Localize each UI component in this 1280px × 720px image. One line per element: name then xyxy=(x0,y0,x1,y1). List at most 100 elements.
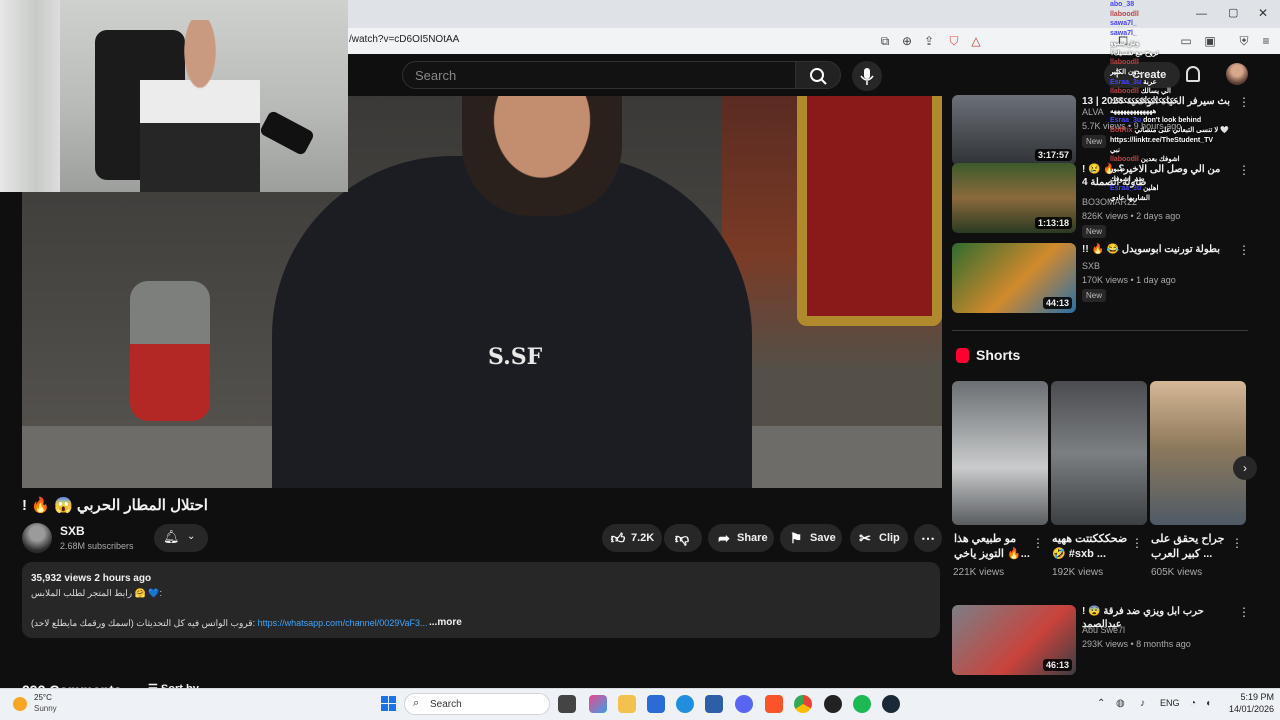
new-badge: New xyxy=(1082,289,1107,302)
brave-icon[interactable] xyxy=(765,695,783,713)
weather-sun-icon[interactable] xyxy=(13,697,27,711)
discord-icon[interactable] xyxy=(735,695,753,713)
edge-icon[interactable] xyxy=(676,695,694,713)
word-icon[interactable] xyxy=(647,695,665,713)
tray-overflow-icon[interactable]: ⌃ xyxy=(1097,698,1105,709)
short-menu-icon[interactable]: ⋮ xyxy=(1032,536,1044,550)
clip-button[interactable]: ✂ Clip xyxy=(850,524,908,552)
chat-line: llaboodll xyxy=(1110,10,1139,18)
short-title[interactable]: مو طبيعي هذا التويز ياخي 🔥... xyxy=(954,532,1036,562)
video-menu-icon[interactable]: ⋮ xyxy=(1238,605,1250,619)
thumbs-up-icon: 👍︎ xyxy=(610,530,626,546)
video-thumbnail[interactable]: 46:13 xyxy=(952,605,1076,675)
video-channel[interactable]: SXB xyxy=(1082,261,1100,271)
steam-icon[interactable] xyxy=(882,695,900,713)
dislike-button[interactable]: 👎︎ xyxy=(664,524,702,552)
chevron-right-icon: › xyxy=(1243,461,1247,475)
share-arrow-icon: ➦ xyxy=(718,530,730,546)
chat-line: Esraa_3u عربة xyxy=(1110,78,1157,86)
video-channel[interactable]: Abu Swe7l xyxy=(1082,625,1125,635)
brave-rewards-icon[interactable]: △ xyxy=(968,33,984,49)
show-more-button[interactable]: ...more xyxy=(429,617,462,628)
weather-temperature[interactable]: 25°C xyxy=(34,693,52,702)
share-button[interactable]: ➦ Share xyxy=(708,524,774,552)
chat-line: هههههههههههههه xyxy=(1110,107,1157,115)
short-menu-icon[interactable]: ⋮ xyxy=(1131,536,1143,550)
search-icon: ⌕ xyxy=(413,697,420,709)
whatsapp-link[interactable]: https://whatsapp.com/channel/0029VaF3... xyxy=(258,618,428,628)
subscribe-notifications-button[interactable]: 🔔︎ ⌄ xyxy=(154,524,208,552)
clock-time[interactable]: 5:19 PM xyxy=(1228,692,1274,702)
clock-date[interactable]: 14/01/2026 xyxy=(1218,704,1274,714)
stream-chat-overlay: abo_38 llaboodll sawa7l_ sawa7l_ وش يسوو… xyxy=(1110,0,1280,290)
keyboard-language[interactable]: ENG xyxy=(1160,698,1180,708)
chat-line: تروح مع نفسيك؟ xyxy=(1110,49,1159,57)
video-duration: 1:13:18 xyxy=(1034,217,1072,229)
channel-avatar[interactable] xyxy=(22,523,52,553)
short-thumbnail[interactable] xyxy=(1051,381,1147,525)
search-button[interactable] xyxy=(795,61,841,89)
taskbar-search-label: Search xyxy=(430,699,462,710)
weather-description[interactable]: Sunny xyxy=(34,704,57,713)
file-explorer-icon[interactable] xyxy=(618,695,636,713)
chat-line: الشاريها عادي xyxy=(1110,195,1150,203)
obs-icon[interactable] xyxy=(824,695,842,713)
video-thumbnail[interactable]: 3:17:57 xyxy=(952,95,1076,165)
short-title[interactable]: ضحكككتتت ههيه 🤣 #sxb ... xyxy=(1052,532,1134,562)
more-actions-button[interactable]: ⋯ xyxy=(914,524,942,552)
chat-line: وش يسوو xyxy=(1110,39,1140,47)
short-menu-icon[interactable]: ⋮ xyxy=(1231,536,1243,550)
network-icon[interactable]: ◍ xyxy=(1116,698,1125,709)
short-thumbnail[interactable] xyxy=(1150,381,1246,525)
short-thumbnail[interactable] xyxy=(952,381,1048,525)
chat-line: llaboodll اشوفك بعدين xyxy=(1110,156,1180,164)
chat-line: بدون الكثير xyxy=(1110,68,1143,76)
taskbar-search[interactable]: ⌕ Search xyxy=(404,693,550,715)
store-icon[interactable] xyxy=(705,695,723,713)
hoodie-logo: S.SF xyxy=(488,344,543,370)
spotify-icon[interactable] xyxy=(853,695,871,713)
wifi-icon[interactable]: ◔ xyxy=(1190,698,1196,709)
zoom-icon[interactable]: ⊕ xyxy=(899,33,915,49)
like-button[interactable]: 👍︎ 7.2K xyxy=(602,524,662,552)
video-duration: 3:17:57 xyxy=(1034,149,1072,161)
search-icon xyxy=(810,68,827,85)
url-text[interactable]: /watch?v=cD6OI5NOtAA xyxy=(349,34,459,45)
video-thumbnail[interactable]: 44:13 xyxy=(952,243,1076,313)
video-duration: 44:13 xyxy=(1042,297,1072,309)
description-box[interactable]: 35,932 views 2 hours ago رابط المتجر لطل… xyxy=(22,562,940,638)
open-in-app-icon[interactable]: ⧉ xyxy=(877,33,893,49)
chrome-icon[interactable] xyxy=(794,695,812,713)
share-page-icon[interactable]: ⇪ xyxy=(921,33,937,49)
related-video[interactable]: 46:13 ! 😨 حرب ابل ويزي ضد فرقة عبدالصمد … xyxy=(952,605,1252,675)
short-title[interactable]: جراح يحقق على كبير العرب ... xyxy=(1151,532,1233,562)
chat-line: نبي xyxy=(1110,146,1120,154)
chat-line: صبور xyxy=(1110,165,1126,173)
search-input[interactable]: Search xyxy=(402,61,796,89)
task-view-icon[interactable] xyxy=(558,695,576,713)
views-and-date: 35,932 views 2 hours ago xyxy=(31,573,152,584)
thumbs-down-icon: 👎︎ xyxy=(674,530,690,546)
description-prefix: قروب الواتس فيه كل التحديثات (اسمك ورقمك… xyxy=(31,618,256,628)
video-meta: 293K views • 8 months ago xyxy=(1082,639,1191,649)
volume-icon[interactable]: ◖ xyxy=(1205,698,1211,709)
brave-shields-icon[interactable]: ⛉ xyxy=(946,33,962,49)
chat-line: sawa7l_ xyxy=(1110,30,1137,38)
shorts-next-button[interactable]: › xyxy=(1233,456,1257,480)
webcam-streamer xyxy=(140,20,260,192)
video-thumbnail[interactable]: 1:13:18 xyxy=(952,163,1076,233)
webcam-curtain xyxy=(0,0,60,192)
copilot-icon[interactable] xyxy=(589,695,607,713)
channel-name[interactable]: SXB xyxy=(60,524,85,538)
share-label: Share xyxy=(737,532,768,544)
windows-start-icon[interactable] xyxy=(381,696,397,712)
video-channel[interactable]: ALVA xyxy=(1082,107,1104,117)
voice-search-button[interactable] xyxy=(852,61,882,91)
shorts-heading: Shorts xyxy=(976,347,1021,363)
video-person-face xyxy=(462,96,622,216)
microphone-tray-icon[interactable]: ♪ xyxy=(1140,698,1145,709)
subscriber-count: 2.68M subscribers xyxy=(60,541,134,551)
video-title: ! 🔥 😱 احتلال المطار الحربي xyxy=(22,497,208,514)
save-button[interactable]: ⚑ Save xyxy=(780,524,842,552)
chat-line: Esraa_3u don't look behind xyxy=(1110,117,1202,125)
